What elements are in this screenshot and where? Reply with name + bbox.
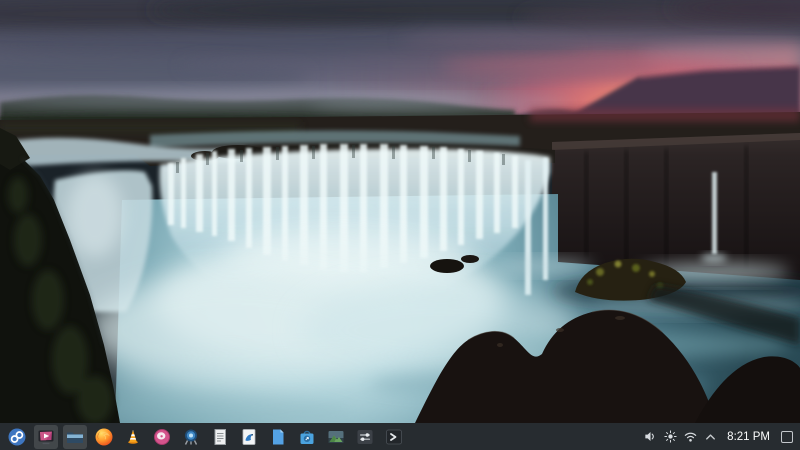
- firefox-icon: [95, 428, 113, 445]
- desktop: 8:21 PM: [0, 0, 800, 450]
- brightness-tray-item[interactable]: [661, 427, 680, 446]
- settings-sliders-icon: [357, 429, 373, 444]
- discover-icon: [300, 430, 314, 444]
- task-documents[interactable]: [266, 425, 290, 449]
- taskbar-panel: 8:21 PM: [0, 423, 800, 450]
- task-camera[interactable]: [179, 425, 203, 449]
- task-text-editor[interactable]: [208, 425, 232, 449]
- wallpaper-image: [0, 0, 800, 423]
- music-player-icon: [154, 428, 170, 445]
- image-viewer-icon: [328, 430, 344, 443]
- task-settings[interactable]: [353, 425, 377, 449]
- media-player-icon: [38, 430, 54, 444]
- task-manager: [5, 424, 406, 449]
- blue-document-icon: [273, 429, 284, 444]
- tray-expander-button[interactable]: [701, 427, 720, 446]
- file-manager-icon: [67, 432, 83, 443]
- chevron-up-icon: [706, 434, 716, 440]
- volume-tray-item[interactable]: [641, 427, 660, 446]
- task-image-viewer[interactable]: [324, 425, 348, 449]
- task-music-player[interactable]: [150, 425, 174, 449]
- text-document-icon: [214, 428, 226, 445]
- brightness-sun-icon: [664, 430, 677, 443]
- desktop-wallpaper: [0, 0, 800, 450]
- task-terminal[interactable]: [382, 425, 406, 449]
- task-vlc[interactable]: [121, 425, 145, 449]
- fedora-logo-icon: [8, 428, 26, 445]
- network-tray-item[interactable]: [681, 427, 700, 446]
- vlc-icon: [128, 429, 138, 444]
- speaker-icon: [645, 432, 655, 441]
- system-tray: 8:21 PM: [641, 427, 795, 446]
- digital-clock[interactable]: 8:21 PM: [721, 431, 776, 443]
- task-file-manager[interactable]: [63, 424, 87, 449]
- kate-icon: [242, 428, 256, 445]
- terminal-icon: [386, 429, 402, 444]
- application-launcher-button[interactable]: [5, 425, 29, 449]
- camera-icon: [184, 429, 198, 445]
- task-firefox[interactable]: [92, 425, 116, 449]
- task-kate[interactable]: [237, 425, 261, 449]
- task-media-player[interactable]: [34, 424, 58, 449]
- show-desktop-button[interactable]: [781, 430, 793, 443]
- task-discover[interactable]: [295, 425, 319, 449]
- wifi-icon: [684, 432, 697, 442]
